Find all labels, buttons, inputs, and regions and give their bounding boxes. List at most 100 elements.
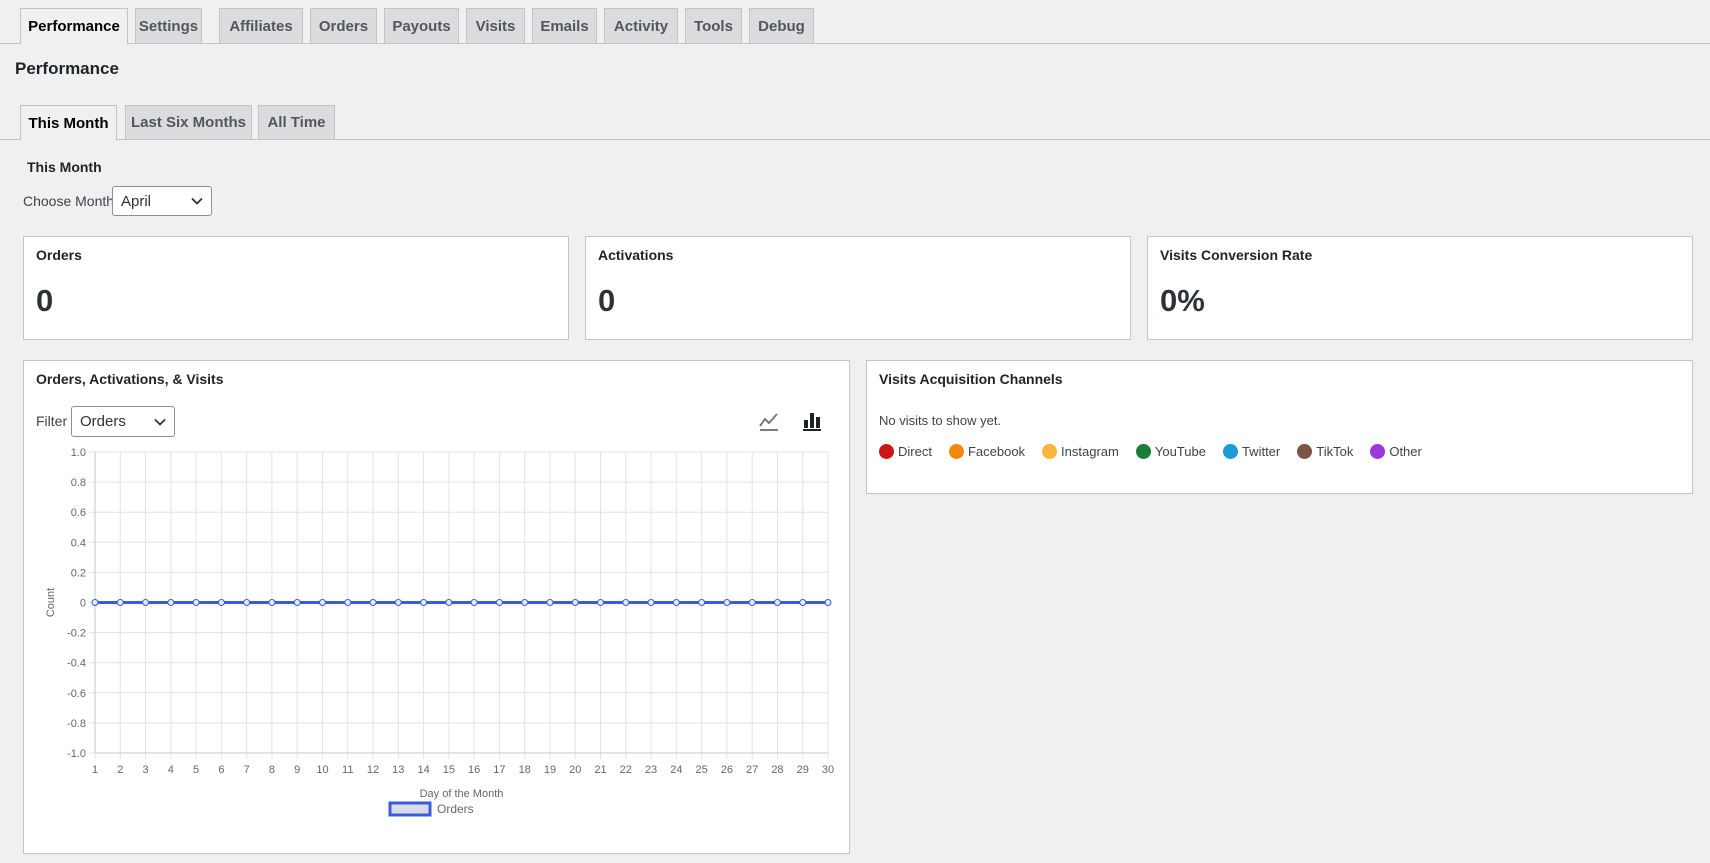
data-point <box>217 599 225 606</box>
data-point <box>773 599 781 606</box>
tab-last-six-months[interactable]: Last Six Months <box>125 105 252 140</box>
data-point <box>369 599 377 606</box>
data-point <box>748 599 756 606</box>
y-tick-label: -0.2 <box>67 628 86 640</box>
y-tick-label: -0.8 <box>67 718 86 730</box>
data-point <box>420 599 428 606</box>
tab-activity[interactable]: Activity <box>604 8 678 44</box>
data-point <box>192 599 200 606</box>
y-tick-label: -0.4 <box>67 658 86 670</box>
channel-label: Twitter <box>1241 444 1281 459</box>
data-point <box>672 599 680 606</box>
channel-label: YouTube <box>1154 444 1206 459</box>
line-chart-icon[interactable] <box>758 410 780 432</box>
y-tick-label: -1.0 <box>67 748 86 760</box>
stat-value: 0 <box>36 283 54 318</box>
data-point <box>318 599 326 606</box>
data-point <box>521 599 529 606</box>
x-tick-label: 9 <box>294 764 300 776</box>
tab-affiliates[interactable]: Affiliates <box>219 8 303 44</box>
x-tick-label: 5 <box>193 764 199 776</box>
x-tick-label: 25 <box>695 764 707 776</box>
month-select[interactable]: April <box>112 186 212 216</box>
y-tick-label: 0.6 <box>71 507 86 519</box>
chart-filter-select[interactable]: Orders <box>71 406 175 437</box>
chart-panel: Orders, Activations, & Visits Filter Ord… <box>23 360 850 854</box>
x-tick-label: 11 <box>342 764 353 776</box>
channel-legend-item: TikTok <box>1297 444 1353 459</box>
data-point <box>647 599 655 606</box>
data-point <box>344 599 352 606</box>
tab-visits[interactable]: Visits <box>466 8 525 44</box>
x-tick-label: 26 <box>721 764 733 776</box>
tab-settings[interactable]: Settings <box>135 8 202 44</box>
data-point <box>116 599 124 606</box>
x-tick-label: 13 <box>392 764 404 776</box>
channel-color-swatch <box>1042 444 1058 459</box>
chart-filter-value: Orders <box>80 413 126 430</box>
x-tick-label: 24 <box>670 764 682 776</box>
data-point <box>445 599 453 606</box>
choose-month-label: Choose Month <box>23 193 115 209</box>
tab-debug[interactable]: Debug <box>749 8 814 44</box>
x-tick-label: 10 <box>316 764 328 776</box>
data-point <box>495 599 503 606</box>
data-point <box>571 599 579 606</box>
x-tick-label: 22 <box>620 764 632 776</box>
stat-card-conversion-rate: Visits Conversion Rate 0% <box>1147 236 1693 340</box>
top-tab-bar: Performance Settings Affiliates Orders P… <box>0 0 1710 45</box>
x-tick-label: 20 <box>569 764 581 776</box>
channels-panel-title: Visits Acquisition Channels <box>879 371 1063 387</box>
page-title: Performance <box>15 59 119 78</box>
x-tick-label: 15 <box>443 764 455 776</box>
chevron-down-icon <box>154 413 166 430</box>
x-tick-label: 8 <box>269 764 275 776</box>
legend-swatch <box>388 801 432 817</box>
data-point <box>293 599 301 606</box>
y-tick-label: 0.8 <box>71 477 86 489</box>
channel-color-swatch <box>948 444 964 459</box>
tab-payouts[interactable]: Payouts <box>384 8 459 44</box>
x-tick-label: 12 <box>367 764 379 776</box>
channel-color-swatch <box>1370 444 1386 459</box>
tab-this-month[interactable]: This Month <box>20 105 117 141</box>
x-tick-label: 19 <box>544 764 556 776</box>
y-tick-label: -0.6 <box>67 688 86 700</box>
data-point <box>470 599 478 606</box>
x-tick-label: 7 <box>244 764 250 776</box>
x-tick-label: 17 <box>493 764 505 776</box>
bar-chart-icon[interactable] <box>801 410 823 432</box>
filter-label: Filter <box>36 413 68 429</box>
channel-legend-item: Twitter <box>1222 444 1281 459</box>
data-point <box>268 599 276 606</box>
x-tick-label: 21 <box>594 764 606 776</box>
y-axis-label: Count <box>45 588 57 617</box>
channel-legend-item: Instagram <box>1042 444 1119 459</box>
tab-all-time[interactable]: All Time <box>258 105 335 140</box>
x-tick-label: 28 <box>771 764 783 776</box>
x-tick-label: 18 <box>519 764 531 776</box>
data-point <box>622 599 630 606</box>
channel-legend-item: Facebook <box>948 444 1026 459</box>
channel-label: Instagram <box>1061 444 1119 459</box>
stat-value: 0% <box>1160 283 1205 318</box>
orders-line-chart: 1.00.80.60.40.20-0.2-0.4-0.6-0.8-1.01 2 3 4… <box>45 447 834 817</box>
data-point <box>698 599 706 606</box>
tab-emails[interactable]: Emails <box>532 8 597 44</box>
chart-panel-title: Orders, Activations, & Visits <box>36 371 224 387</box>
channel-legend-item: Other <box>1370 444 1422 459</box>
y-tick-label: 1.0 <box>71 447 86 459</box>
channel-label: Facebook <box>967 444 1026 459</box>
x-tick-label: 29 <box>797 764 809 776</box>
y-tick-label: 0.4 <box>71 537 86 549</box>
y-tick-label: 0 <box>80 598 86 610</box>
tab-tools[interactable]: Tools <box>685 8 742 44</box>
channel-legend-item: YouTube <box>1135 444 1206 459</box>
stat-card-activations: Activations 0 <box>585 236 1131 340</box>
x-tick-label: 30 <box>822 764 834 776</box>
data-point <box>91 599 99 606</box>
tab-orders[interactable]: Orders <box>310 8 377 44</box>
tab-performance[interactable]: Performance <box>20 8 128 45</box>
data-point <box>167 599 175 606</box>
data-point <box>142 599 150 606</box>
